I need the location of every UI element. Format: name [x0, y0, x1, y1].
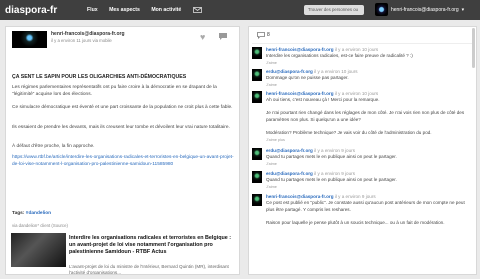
post-author-avatar[interactable] — [12, 31, 47, 48]
comments-panel: 8 henri-francois@diaspora-fr.org il y a … — [248, 26, 477, 275]
main-nav: Flux Mes aspects Mon activité — [87, 7, 191, 13]
comment-count: 8 — [267, 32, 270, 38]
embed-description: L'avant-projet de loi du ministre de l'I… — [69, 264, 229, 275]
nav-flux[interactable]: Flux — [87, 7, 98, 13]
top-bar: diaspora-fr Flux Mes aspects Mon activit… — [0, 0, 480, 20]
post-title: ÇA SENT LE SAPIN POUR LES OLIGARCHIES AN… — [12, 74, 187, 80]
avatar[interactable] — [252, 91, 262, 103]
avatar[interactable] — [252, 171, 262, 183]
nav-mes-aspects[interactable]: Mes aspects — [109, 7, 140, 13]
post-card: henri-francois@diaspora-fr.org il y a en… — [5, 26, 240, 275]
post-via: via dandelion* client (Source) — [12, 223, 68, 228]
comment-icon — [257, 32, 265, 39]
comment-author[interactable]: erdu@diaspora-fr.org il y a environ 10 j… — [266, 69, 358, 74]
avatar[interactable] — [252, 47, 262, 59]
search-input[interactable]: Trouver des personnes ou — [304, 5, 364, 15]
comment-author[interactable]: henri-francois@diaspora-fr.org il y a en… — [266, 47, 378, 52]
user-menu[interactable]: henri-francois@diaspora-fr.org ▾ — [375, 3, 464, 16]
embed-title[interactable]: Interdire les organisations radicales et… — [69, 235, 234, 256]
like-link[interactable]: J'aime — [266, 185, 277, 189]
heart-icon[interactable]: ♥ — [200, 33, 205, 42]
comment-text: Interdire les organisations radicales, e… — [266, 53, 413, 58]
brand-logo[interactable]: diaspora-fr — [5, 5, 87, 16]
comment-author[interactable]: erdu@diaspora-fr.org il y a environ 9 jo… — [266, 171, 355, 176]
like-link[interactable]: J'aime — [266, 83, 277, 87]
comment-text: Ce post est publié en "public". Je const… — [266, 200, 465, 225]
like-link[interactable]: J'aime — [266, 61, 277, 65]
comment-text: Ah oui tiens, c'est nouveau çà ! Merci p… — [266, 97, 465, 135]
post-meta: il y a environ 11 jours via mobile — [51, 38, 112, 43]
like-link[interactable]: J'aime plus — [266, 138, 285, 142]
comment-author[interactable]: henri-francois@diaspora-fr.org il y a en… — [266, 91, 378, 96]
post-paragraph: Les régimes parlementaires représentatif… — [12, 85, 217, 97]
post-tags: Tags: #dandelion — [12, 211, 51, 216]
comment-text: Quand tu partages mets le en publique ai… — [266, 154, 397, 159]
post-paragraph: Ils essaient de prendre les devants, mai… — [12, 125, 230, 130]
comment-text: Quand tu partages mets le en publique ai… — [266, 177, 397, 182]
chevron-down-icon: ▾ — [461, 6, 465, 13]
post-link[interactable]: https://www.rtbf.be/article/interdire-le… — [12, 155, 235, 168]
embed-thumbnail[interactable] — [11, 233, 66, 267]
comment-author[interactable]: erdu@diaspora-fr.org il y a environ 9 jo… — [266, 148, 355, 153]
like-link[interactable]: J'aime — [266, 162, 277, 166]
user-handle: henri-francois@diaspora-fr.org — [391, 6, 459, 13]
post-author[interactable]: henri-francois@diaspora-fr.org — [51, 31, 125, 37]
avatar[interactable] — [252, 69, 262, 81]
avatar[interactable] — [252, 194, 262, 206]
comment-text: Dommage qu'on ne puisse pas partager. — [266, 75, 349, 80]
post-paragraph: Ce simulacre démocratique est éventé et … — [12, 105, 233, 110]
comment-author[interactable]: henri-francois@diaspora-fr.org il y a en… — [266, 194, 376, 199]
mail-icon[interactable] — [193, 7, 203, 13]
tags-label: Tags: — [12, 211, 25, 216]
avatar — [375, 3, 388, 16]
scrollbar[interactable] — [472, 28, 475, 68]
avatar[interactable] — [252, 148, 262, 160]
nav-mon-activite[interactable]: Mon activité — [151, 7, 181, 13]
tag-link[interactable]: #dandelion — [26, 211, 51, 216]
comment-icon[interactable] — [218, 32, 228, 41]
divider — [252, 43, 473, 44]
post-paragraph: À défaut d'être proche, la fin approche. — [12, 144, 95, 149]
